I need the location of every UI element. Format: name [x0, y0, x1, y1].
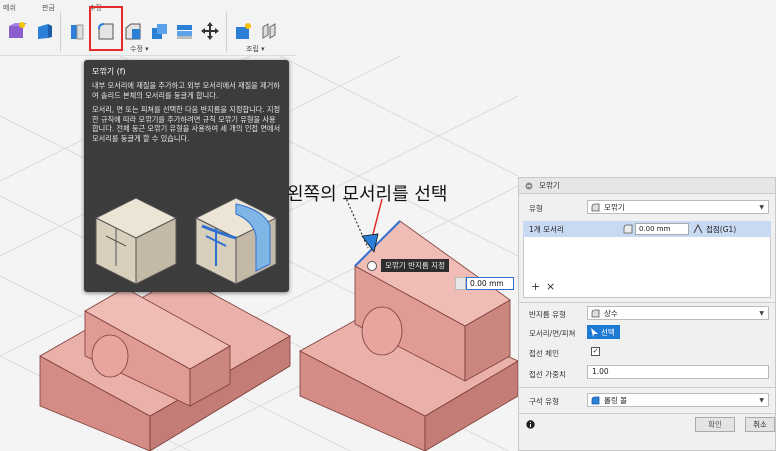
- chamfer-icon: [125, 23, 141, 40]
- chevron-down-icon: ▼: [759, 397, 764, 404]
- cancel-button[interactable]: 취소: [745, 417, 775, 432]
- radius-input[interactable]: [466, 277, 514, 290]
- annotation-callout: 왼쪽의 모서리를 선택: [287, 184, 448, 205]
- tangent-chain-checkbox[interactable]: ✓: [591, 347, 600, 356]
- fillet-highlight-box: [89, 6, 123, 51]
- edge-selection-row[interactable]: 1개 모서리 0.00 mm 접점(G1): [523, 221, 771, 237]
- select-button[interactable]: 선택: [587, 325, 620, 339]
- type-dropdown[interactable]: 모깎기 ▼: [587, 200, 769, 214]
- edge-continuity[interactable]: 접점(G1): [706, 224, 736, 235]
- rolling-ball-icon: [591, 396, 600, 405]
- continuity-icon: [693, 224, 703, 234]
- panel-header[interactable]: 모깎기: [519, 178, 775, 194]
- corner-type-dropdown[interactable]: 롤링 볼 ▼: [587, 393, 769, 407]
- create-form-button[interactable]: [6, 20, 28, 42]
- tooltip-instructions: 모서리, 면 또는 피쳐를 선택한 다음 반지름을 지정합니다. 지정한 규칙에…: [92, 105, 281, 143]
- press-pull-button[interactable]: [66, 20, 88, 42]
- radius-type-dropdown[interactable]: 상수 ▼: [587, 306, 769, 320]
- tooltip-title: 모깎기 (f): [92, 67, 126, 76]
- new-component-icon: [236, 23, 251, 39]
- fillet-type-icon: [591, 203, 600, 212]
- edge-face-label: 모서리/면/피쳐: [529, 329, 576, 338]
- new-component-button[interactable]: [232, 20, 254, 42]
- collapse-icon[interactable]: [525, 182, 533, 190]
- chevron-down-icon: ▼: [759, 310, 764, 317]
- create-form-icon: [9, 22, 27, 38]
- panel-title: 모깎기: [539, 181, 560, 190]
- move-button[interactable]: [199, 20, 221, 42]
- toolbar: 메쉬 판금 수정 수정 ▾ 조립 ▾: [0, 0, 296, 56]
- chamfer-button[interactable]: [122, 20, 144, 42]
- joint-icon: [262, 23, 276, 39]
- type-value: 모깎기: [604, 202, 625, 212]
- fillet-tooltip: 모깎기 (f) 내부 모서리에 재질을 추가하고 외부 모서리에서 재질을 제거…: [84, 60, 289, 292]
- fillet-illustration: [94, 197, 278, 285]
- press-pull-icon: [71, 24, 84, 40]
- modify-dropdown[interactable]: 수정 ▾: [130, 44, 149, 54]
- radius-icon: [623, 224, 633, 234]
- sheetmetal-icon: [38, 24, 52, 39]
- tooltip-description: 내부 모서리에 재질을 추가하고 외부 모서리에서 재질을 제거하여 솔리드 본…: [92, 81, 280, 100]
- cursor-icon: [591, 328, 598, 337]
- edge-radius-input[interactable]: 0.00 mm: [635, 223, 689, 235]
- tangent-chain-label: 접선 체인: [529, 349, 559, 358]
- fillet-manipulator-icon[interactable]: [367, 261, 377, 271]
- joint-button[interactable]: [258, 20, 280, 42]
- fillet-radius-tag: 모깎기 반지름 지정: [381, 259, 449, 272]
- assemble-dropdown[interactable]: 조립 ▾: [246, 44, 265, 54]
- tangent-weight-input[interactable]: 1.00: [587, 365, 769, 379]
- shell-icon: [152, 24, 167, 39]
- corner-type-label: 구석 유형: [529, 397, 559, 406]
- shell-button[interactable]: [148, 20, 170, 42]
- fillet-panel: 모깎기 유형 모깎기 ▼ 1개 모서리 0.00 mm 접점(G1) + × 반…: [518, 177, 776, 451]
- group-label-mesh: 메쉬: [3, 4, 16, 12]
- combine-icon: [177, 25, 192, 39]
- tangent-weight-label: 접선 가중치: [529, 370, 566, 379]
- radius-drag-handle[interactable]: [455, 277, 466, 290]
- radius-type-label: 반지름 유형: [529, 310, 566, 319]
- select-button-label: 선택: [601, 327, 615, 337]
- info-icon[interactable]: [526, 420, 535, 429]
- group-label-sheetmetal: 판금: [42, 4, 55, 12]
- radius-type-value: 상수: [604, 308, 618, 318]
- chevron-down-icon: ▼: [759, 204, 764, 211]
- edge-count: 1개 모서리: [529, 224, 564, 234]
- combine-button[interactable]: [173, 20, 195, 42]
- constant-radius-icon: [591, 309, 600, 318]
- ok-button[interactable]: 확인: [695, 417, 735, 432]
- corner-type-value: 롤링 볼: [604, 395, 628, 405]
- type-label: 유형: [529, 204, 543, 213]
- move-arrows-icon: [201, 22, 219, 40]
- remove-icon[interactable]: ×: [546, 280, 555, 293]
- sheetmetal-button[interactable]: [33, 20, 55, 42]
- add-icon[interactable]: +: [531, 280, 540, 293]
